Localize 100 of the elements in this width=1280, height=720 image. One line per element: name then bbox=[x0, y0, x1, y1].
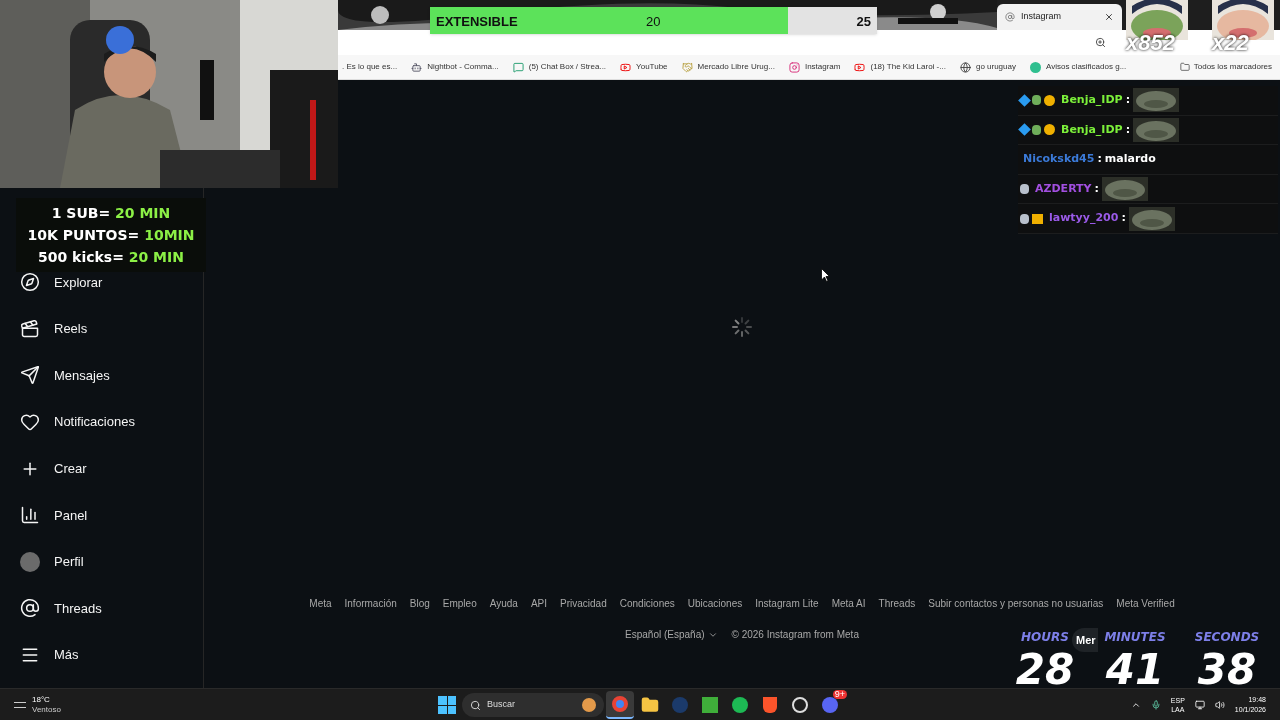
footer-link[interactable]: Privacidad bbox=[560, 596, 607, 611]
bookmark[interactable]: Avisos clasificados g... bbox=[1029, 61, 1127, 73]
footer-link[interactable]: API bbox=[530, 596, 547, 611]
emote-counter: x22 bbox=[1212, 32, 1249, 54]
bookmark[interactable]: Mercado Libre Urug... bbox=[681, 61, 775, 73]
sidebar-item[interactable]: Threads bbox=[20, 585, 183, 632]
sidebar-item[interactable]: Panel bbox=[20, 491, 183, 539]
timer-value: 38 bbox=[1197, 648, 1257, 692]
start-icon[interactable] bbox=[438, 696, 456, 714]
timer-label: SECONDS bbox=[1194, 629, 1260, 646]
spotify-icon bbox=[732, 697, 748, 713]
grass-block-icon bbox=[702, 697, 718, 713]
mouse-cursor-icon bbox=[821, 268, 830, 282]
footer-link[interactable]: Ayuda bbox=[489, 596, 518, 611]
footer-link[interactable]: Empleo bbox=[442, 596, 477, 611]
taskbar-search[interactable]: Buscar bbox=[462, 693, 604, 717]
send-icon bbox=[20, 365, 40, 386]
chat-username: Benja_IDP bbox=[1061, 92, 1123, 109]
rule-text: 1 SUB= 20 MIN bbox=[51, 204, 171, 223]
robot-icon bbox=[411, 61, 423, 73]
bot-badge-icon bbox=[1020, 184, 1029, 195]
bookmark[interactable]: . Es lo que es... bbox=[342, 61, 398, 73]
bookmark[interactable]: (5) Chat Box / Strea... bbox=[512, 61, 607, 73]
taskbar-app[interactable]: 9+ bbox=[816, 691, 844, 719]
timer-label: MINUTES bbox=[1104, 629, 1166, 646]
threads-icon bbox=[20, 598, 40, 619]
weather-widget[interactable]: 18°C Ventoso bbox=[14, 694, 61, 715]
taskbar-app[interactable] bbox=[606, 691, 634, 719]
footer-link[interactable]: Blog bbox=[409, 596, 430, 611]
bookmark[interactable]: Nightbot - Comma... bbox=[411, 61, 499, 73]
sidebar-item[interactable]: Notificaciones bbox=[20, 398, 183, 446]
chrome-icon bbox=[612, 696, 628, 712]
globe-icon bbox=[959, 61, 971, 73]
sidebar-item[interactable]: Más bbox=[20, 631, 183, 679]
microphone-icon[interactable] bbox=[1150, 699, 1161, 710]
footer-link[interactable]: Ubicaciones bbox=[687, 596, 743, 611]
messages-pill[interactable]: Mer bbox=[1072, 628, 1098, 652]
bookmark[interactable]: Instagram bbox=[788, 61, 841, 73]
chat-separator: : bbox=[1125, 92, 1131, 109]
chart-icon bbox=[20, 505, 40, 526]
footer-link[interactable]: Información bbox=[344, 596, 397, 611]
chat-username: Benja_IDP bbox=[1061, 121, 1123, 138]
sidebar-item[interactable]: Mensajes bbox=[20, 352, 183, 399]
sidebar-item[interactable]: Perfil bbox=[20, 538, 183, 586]
video-play-icon bbox=[620, 61, 632, 73]
rule-text: 500 kicks= 20 MIN bbox=[38, 248, 184, 267]
video-play-icon bbox=[854, 61, 866, 73]
footer-link[interactable]: Meta AI bbox=[831, 596, 866, 611]
folder-icon bbox=[641, 696, 659, 714]
gem-badge-icon bbox=[1032, 124, 1041, 135]
copyright: © 2026 Instagram from Meta bbox=[731, 628, 859, 642]
language-select[interactable]: Español (España) bbox=[625, 627, 718, 642]
steam-icon bbox=[672, 697, 688, 713]
volume-icon[interactable] bbox=[1214, 699, 1225, 710]
chat-icon bbox=[512, 61, 524, 73]
footer-link[interactable]: Subir contactos y personas no usuarias bbox=[928, 596, 1104, 611]
planet-icon bbox=[582, 698, 596, 712]
chat-separator: : bbox=[1121, 210, 1126, 227]
timer-value: 28 bbox=[1015, 648, 1075, 692]
cube-badge-icon bbox=[1018, 93, 1031, 107]
ads-icon bbox=[1029, 61, 1041, 73]
sidebar-item[interactable]: Crear bbox=[20, 445, 183, 492]
bookmark[interactable]: go uruguay bbox=[959, 61, 1016, 73]
timer-value: 41 bbox=[1105, 648, 1165, 692]
chat-message: malardo bbox=[1104, 151, 1156, 168]
chat-username: lawtyy_200 bbox=[1049, 210, 1119, 227]
network-icon[interactable] bbox=[1194, 699, 1205, 710]
crown-badge-icon bbox=[1032, 213, 1043, 224]
timer-label: HOURS bbox=[1021, 629, 1069, 646]
avatar-icon bbox=[20, 551, 40, 572]
footer-link[interactable]: Condiciones bbox=[619, 596, 675, 611]
notification-badge: 9+ bbox=[832, 690, 847, 699]
chat-separator: : bbox=[1094, 180, 1099, 197]
reels-icon bbox=[20, 318, 40, 339]
compass-icon bbox=[20, 272, 40, 293]
folder-icon bbox=[1179, 62, 1190, 72]
handshake-icon bbox=[681, 61, 693, 73]
loading-spinner-icon bbox=[730, 315, 754, 339]
tab-title: Instagram bbox=[1021, 10, 1063, 24]
footer-link[interactable]: Meta bbox=[309, 596, 332, 611]
chat-separator: : bbox=[1125, 121, 1131, 138]
browser-tab[interactable]: Instagram bbox=[997, 4, 1122, 30]
bot-badge-icon bbox=[1020, 213, 1029, 224]
close-icon[interactable] bbox=[1104, 12, 1114, 22]
all-bookmarks[interactable]: Todos los marcadores bbox=[1179, 61, 1272, 73]
cube-badge-icon bbox=[1018, 123, 1031, 137]
bookmark[interactable]: (18) The Kid Laroi -... bbox=[854, 61, 946, 73]
footer-link[interactable]: Instagram Lite bbox=[755, 596, 819, 611]
goal-current: 20 bbox=[646, 13, 661, 31]
chat-separator: : bbox=[1097, 151, 1102, 168]
footer-link[interactable]: Threads bbox=[878, 596, 916, 611]
chat-username: AZDERTY bbox=[1035, 180, 1092, 197]
wind-icon bbox=[14, 701, 26, 708]
sidebar-item[interactable]: Reels bbox=[20, 305, 183, 353]
footer-link[interactable]: Meta Verified bbox=[1116, 596, 1175, 611]
coin-badge-icon bbox=[1044, 94, 1055, 106]
bookmark[interactable]: YouTube bbox=[620, 61, 668, 73]
zoom-icon[interactable] bbox=[1095, 37, 1106, 48]
chat-username: Nicokskd45 bbox=[1023, 151, 1095, 168]
goal-target: 25 bbox=[856, 13, 871, 31]
